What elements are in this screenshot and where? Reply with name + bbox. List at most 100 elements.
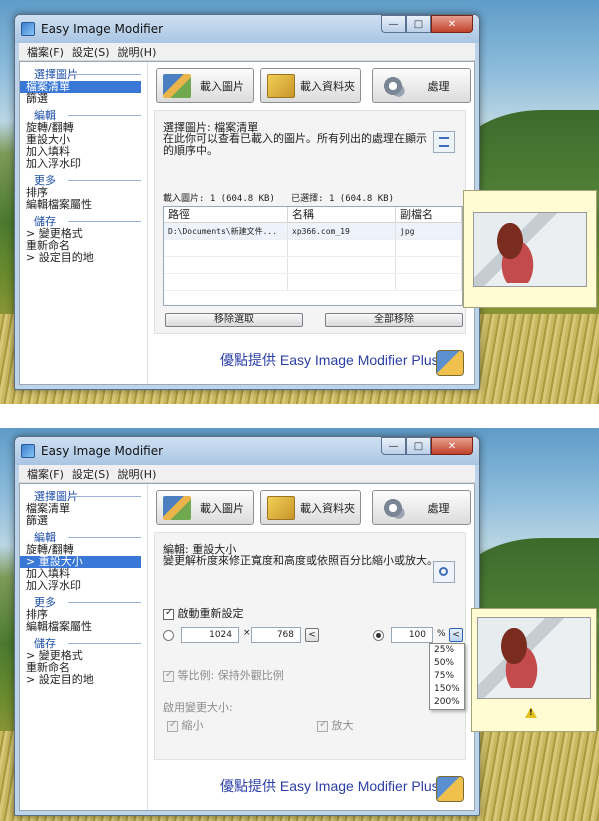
app-window: Easy Image Modifier — □ ✕ 檔案(F) 設定(S) 說明… — [14, 14, 480, 390]
gear-icon — [379, 73, 407, 98]
preview-image — [477, 617, 591, 699]
percent-input[interactable]: 100 — [391, 627, 433, 643]
sidebar-item-watermark[interactable]: 加入浮水印 — [20, 158, 141, 170]
zoom-icon[interactable] — [433, 561, 455, 583]
percent-option[interactable]: 25% — [430, 644, 464, 657]
menu-bar: 檔案(F) 設定(S) 說明(H) — [19, 465, 475, 483]
promo-icon[interactable] — [436, 350, 464, 376]
height-input[interactable]: 768 — [251, 627, 301, 643]
folder-icon — [267, 495, 295, 520]
sidebar-item-watermark[interactable]: 加入浮水印 — [20, 580, 141, 592]
enlarge-checkbox[interactable] — [317, 719, 328, 732]
load-folder-label: 載入資料夾 — [300, 501, 355, 515]
enable-resize-label: 啟動重新設定 — [177, 607, 244, 620]
close-button[interactable]: ✕ — [431, 15, 473, 33]
sidebar-section-edit: 編輯 — [20, 531, 147, 544]
percent-dropdown-button[interactable]: < — [449, 628, 463, 642]
percent-option[interactable]: 75% — [430, 670, 464, 683]
cell-ext: jpg — [396, 223, 462, 239]
main-area: 載入圖片 載入資料夾 處理 選擇圖片: 檔案清單 在此你可以查看已載入的圖片。所… — [154, 62, 474, 384]
load-images-button[interactable]: 載入圖片 — [156, 490, 254, 525]
sidebar: 選擇圖片 檔案清單 篩選 編輯 旋轉/翻轉 > 重設大小 加入填料 加入浮水印 … — [20, 484, 148, 810]
promo-icon[interactable] — [436, 776, 464, 802]
table-header: 路徑 名稱 副檔名 — [164, 207, 462, 223]
promo-link[interactable]: 優點提供 Easy Image Modifier Plus? — [220, 776, 446, 796]
percent-option[interactable]: 150% — [430, 683, 464, 696]
minimize-button[interactable]: — — [381, 437, 406, 455]
times-sign: × — [243, 628, 251, 638]
menu-help[interactable]: 說明(H) — [116, 44, 159, 60]
menu-bar: 檔案(F) 設定(S) 說明(H) — [19, 43, 475, 61]
warning-icon — [525, 707, 537, 718]
keep-ratio-row[interactable]: 等比例: 保持外觀比例 — [163, 667, 284, 683]
sidebar-item-attributes[interactable]: 編輯檔案屬性 — [20, 621, 141, 633]
resize-panel: 編輯: 重設大小 變更解析度來修正寬度和高度或依照百分比縮小或放大。 啟動重新設… — [154, 532, 466, 760]
app-window: Easy Image Modifier — □ ✕ 檔案(F) 設定(S) 說明… — [14, 436, 480, 816]
enlarge-label: 放大 — [331, 719, 354, 732]
load-folder-button[interactable]: 載入資料夾 — [260, 68, 361, 103]
percent-radio[interactable] — [373, 630, 384, 641]
dimension-radio[interactable] — [163, 630, 174, 641]
width-input[interactable]: 1024 — [181, 627, 239, 643]
load-images-button[interactable]: 載入圖片 — [156, 68, 254, 103]
column-header-path[interactable]: 路徑 — [164, 207, 288, 222]
minimize-button[interactable]: — — [381, 15, 406, 33]
sidebar-section-save: 儲存 — [20, 637, 147, 650]
percent-option[interactable]: 50% — [430, 657, 464, 670]
gear-icon — [379, 495, 407, 520]
file-list-panel: 選擇圖片: 檔案清單 在此你可以查看已載入的圖片。所有列出的處理在顯示的順序中。… — [154, 110, 466, 334]
sidebar-section-edit: 編輯 — [20, 109, 147, 122]
empty-row — [164, 274, 462, 291]
menu-settings[interactable]: 設定(S) — [70, 44, 112, 60]
table-row[interactable]: D:\Documents\新建文件... xp366.com_19 jpg — [164, 223, 462, 240]
column-header-name[interactable]: 名稱 — [288, 207, 396, 222]
file-counts: 載入圖片: 1 (604.8 KB) 已選擇: 1 (604.8 KB) — [163, 191, 394, 204]
process-button[interactable]: 處理 — [372, 68, 471, 103]
process-button[interactable]: 處理 — [372, 490, 471, 525]
sidebar-section-save: 儲存 — [20, 215, 147, 228]
image-icon — [163, 495, 191, 520]
menu-file[interactable]: 檔案(F) — [25, 44, 66, 60]
sidebar-item-destination[interactable]: > 設定目的地 — [20, 252, 141, 264]
maximize-button[interactable]: □ — [406, 15, 431, 33]
cell-path: D:\Documents\新建文件... — [164, 223, 288, 239]
sidebar-item-filter[interactable]: 篩選 — [20, 515, 141, 527]
maximize-button[interactable]: □ — [406, 437, 431, 455]
app-icon — [21, 22, 35, 36]
remove-all-button[interactable]: 全部移除 — [325, 313, 463, 327]
close-button[interactable]: ✕ — [431, 437, 473, 455]
sidebar-section-more: 更多 — [20, 174, 147, 187]
sidebar-item-attributes[interactable]: 編輯檔案屬性 — [20, 199, 141, 211]
panel-description: 在此你可以查看已載入的圖片。所有列出的處理在顯示的順序中。 — [163, 132, 427, 157]
percent-option[interactable]: 200% — [430, 696, 464, 709]
percent-sign: % — [437, 629, 446, 639]
load-folder-button[interactable]: 載入資料夾 — [260, 490, 361, 525]
keep-ratio-label: 等比例: 保持外觀比例 — [177, 669, 284, 682]
title-bar[interactable]: Easy Image Modifier — □ ✕ — [15, 437, 479, 465]
sidebar-item-destination[interactable]: > 設定目的地 — [20, 674, 141, 686]
menu-settings[interactable]: 設定(S) — [70, 466, 112, 482]
promo-link[interactable]: 優點提供 Easy Image Modifier Plus? — [220, 350, 446, 370]
list-view-icon[interactable] — [433, 131, 455, 153]
process-label: 處理 — [427, 79, 450, 93]
shrink-checkbox[interactable] — [167, 719, 178, 732]
title-bar[interactable]: Easy Image Modifier — □ ✕ — [15, 15, 479, 43]
sidebar-section-select: 選擇圖片 — [20, 490, 147, 503]
client-area: 選擇圖片 檔案清單 篩選 編輯 旋轉/翻轉 > 重設大小 加入填料 加入浮水印 … — [19, 483, 475, 811]
sidebar: 選擇圖片 檔案清單 篩選 編輯 旋轉/翻轉 重設大小 加入填料 加入浮水印 更多… — [20, 62, 148, 384]
enable-resize-checkbox[interactable] — [163, 607, 174, 620]
remove-selected-button[interactable]: 移除選取 — [165, 313, 303, 327]
dimension-back-button[interactable]: < — [305, 628, 319, 642]
column-header-ext[interactable]: 副檔名 — [396, 207, 462, 222]
app-icon — [21, 444, 35, 458]
sidebar-item-filter[interactable]: 篩選 — [20, 93, 141, 105]
menu-help[interactable]: 說明(H) — [116, 466, 159, 482]
enlarge-row[interactable]: 放大 — [317, 717, 354, 733]
menu-file[interactable]: 檔案(F) — [25, 466, 66, 482]
sidebar-section-more: 更多 — [20, 596, 147, 609]
shrink-row[interactable]: 縮小 — [167, 717, 204, 733]
sidebar-section-select: 選擇圖片 — [20, 68, 147, 81]
enable-resize-row[interactable]: 啟動重新設定 — [163, 605, 244, 621]
file-table: 路徑 名稱 副檔名 D:\Documents\新建文件... xp366.com… — [163, 206, 463, 306]
keep-ratio-checkbox[interactable] — [163, 669, 174, 682]
